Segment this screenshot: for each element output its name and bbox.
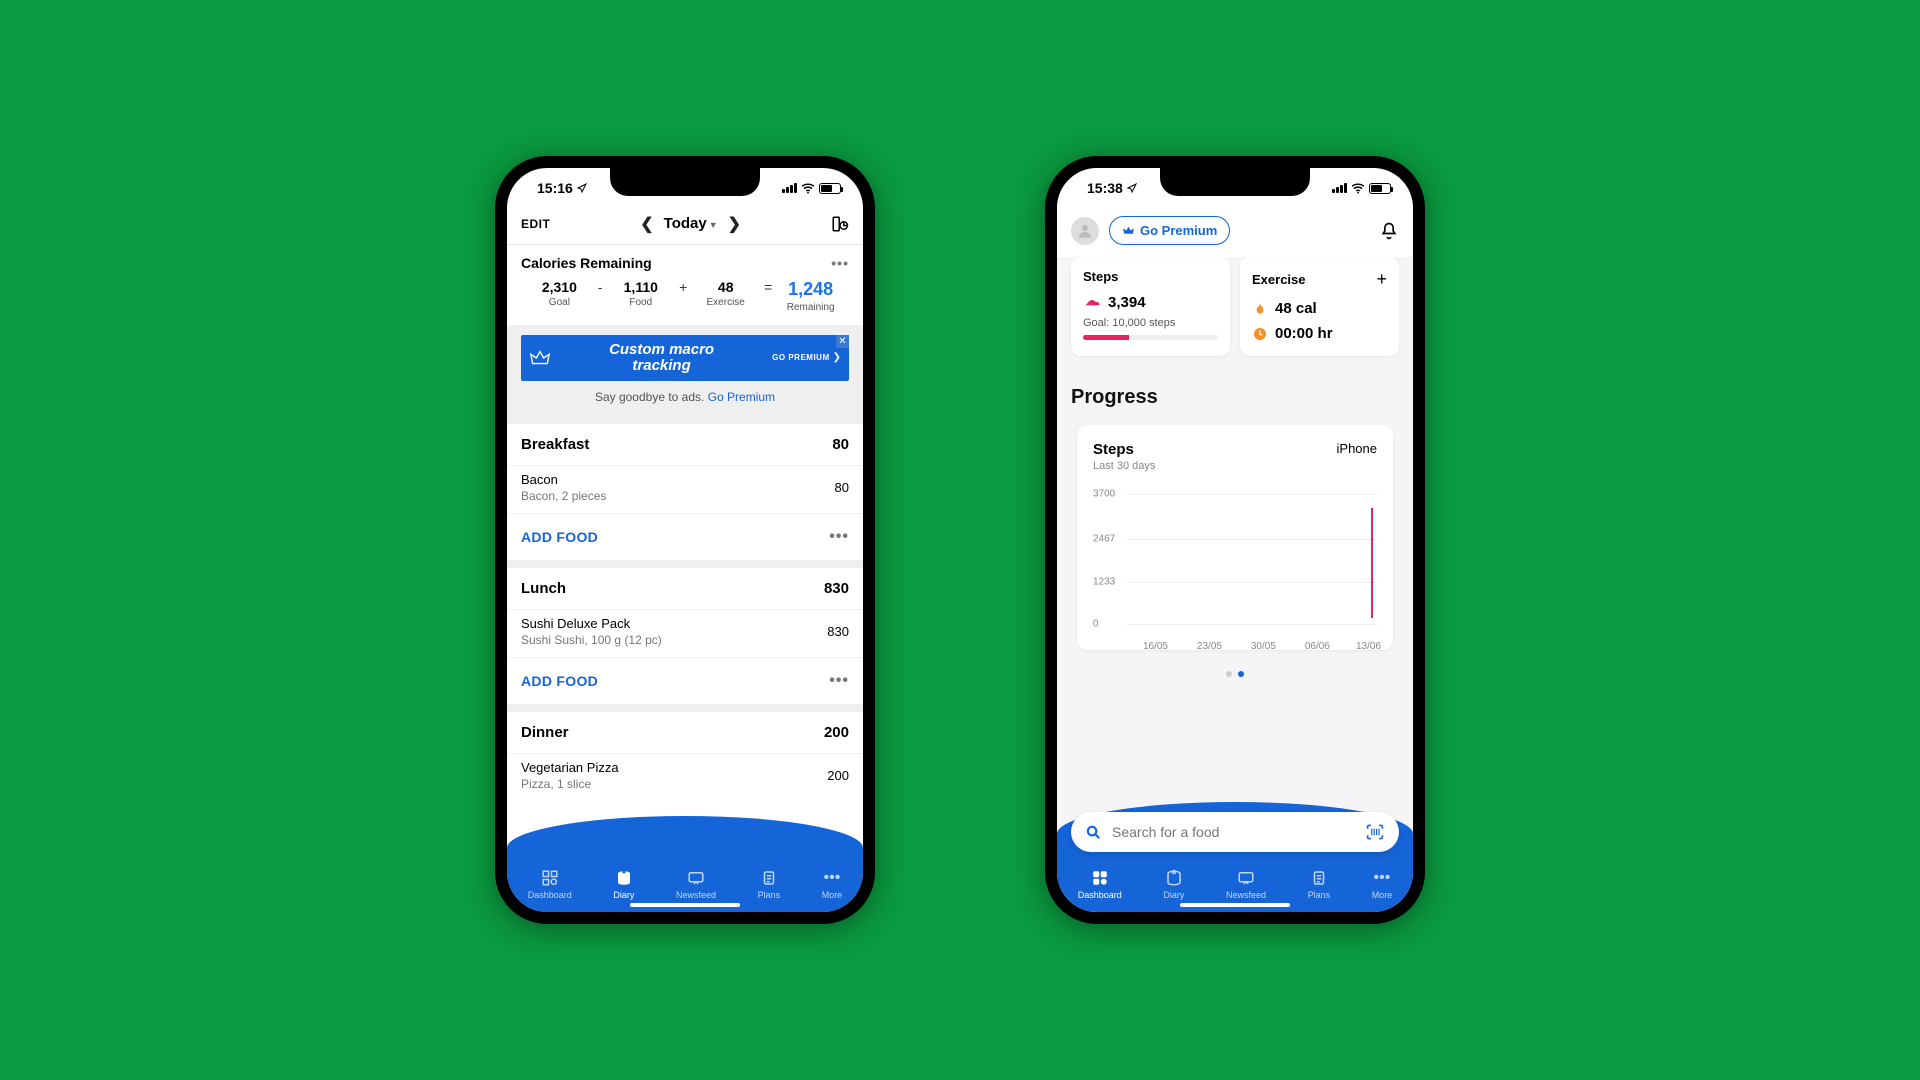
wifi-icon xyxy=(801,182,815,194)
status-time: 15:16 xyxy=(537,180,573,196)
calories-title: Calories Remaining xyxy=(521,255,652,271)
meal-lunch: Lunch830 Sushi Deluxe PackSushi Sushi, 1… xyxy=(507,560,863,704)
shoe-icon xyxy=(1083,296,1101,310)
search-icon xyxy=(1085,824,1102,841)
tab-more[interactable]: •••More xyxy=(822,869,843,900)
newsfeed-icon xyxy=(687,869,705,887)
add-food-button[interactable]: ADD FOOD xyxy=(521,529,598,545)
diary-topbar: EDIT ❮ Today▼ ❯ xyxy=(507,208,863,245)
more-icon: ••• xyxy=(1374,869,1391,887)
go-premium-button[interactable]: Go Premium xyxy=(1109,216,1230,245)
edit-button[interactable]: EDIT xyxy=(521,217,550,231)
bell-icon[interactable] xyxy=(1379,221,1399,241)
ad-area: Custom macrotracking GO PREMIUM❯ ✕ Say g… xyxy=(507,325,863,416)
dashboard-icon xyxy=(1091,869,1109,887)
progress-title: Progress xyxy=(1071,386,1399,409)
plans-icon xyxy=(1310,869,1328,887)
wifi-icon xyxy=(1351,182,1365,194)
chevron-right-icon: ❯ xyxy=(833,352,841,363)
barcode-icon[interactable] xyxy=(1365,823,1385,841)
steps-progress xyxy=(1083,335,1218,340)
exercise-card[interactable]: Exercise+ 48 cal 00:00 hr xyxy=(1240,257,1399,356)
phone-diary: 15:16 EDIT ❮ Today▼ ❯ Calories Remaining… xyxy=(495,156,875,924)
status-time: 15:38 xyxy=(1087,180,1123,196)
more-icon: ••• xyxy=(824,869,841,887)
chart-bar xyxy=(1371,508,1373,618)
food-item[interactable]: Vegetarian PizzaPizza, 1 slice 200 xyxy=(507,753,863,801)
next-day-button[interactable]: ❯ xyxy=(728,214,741,234)
home-indicator[interactable] xyxy=(630,903,740,907)
food-item[interactable]: Sushi Deluxe PackSushi Sushi, 100 g (12 … xyxy=(507,609,863,657)
signal-icon xyxy=(1332,183,1347,193)
tab-diary[interactable]: Diary xyxy=(1163,869,1184,900)
diary-icon xyxy=(1165,869,1183,887)
steps-chart: 3700 2467 1233 0 16/05 23/05 30/05 06/06… xyxy=(1093,486,1377,636)
tab-newsfeed[interactable]: Newsfeed xyxy=(1226,869,1266,900)
calories-more-button[interactable]: ••• xyxy=(831,255,849,271)
food-value: 1,110 xyxy=(602,279,679,295)
search-input[interactable] xyxy=(1071,812,1399,852)
nutrition-icon[interactable] xyxy=(831,215,849,233)
food-item[interactable]: BaconBacon, 2 pieces 80 xyxy=(507,465,863,513)
avatar[interactable] xyxy=(1071,217,1099,245)
phone-dashboard: 15:38 Go Premium Steps 3,394 Goal: 10,00… xyxy=(1045,156,1425,924)
add-food-button[interactable]: ADD FOOD xyxy=(521,673,598,689)
chevron-down-icon: ▼ xyxy=(709,220,718,230)
exercise-value: 48 xyxy=(687,279,764,295)
clock-icon xyxy=(1252,326,1268,342)
meal-dinner: Dinner200 Vegetarian PizzaPizza, 1 slice… xyxy=(507,704,863,801)
fire-icon xyxy=(1252,301,1268,317)
tab-plans[interactable]: Plans xyxy=(1308,869,1331,900)
person-icon xyxy=(1076,222,1094,240)
chart-source: iPhone xyxy=(1337,441,1377,472)
meal-more-button[interactable]: ••• xyxy=(829,528,849,546)
notch xyxy=(1160,168,1310,196)
meal-breakfast: Breakfast80 BaconBacon, 2 pieces 80 ADD … xyxy=(507,416,863,560)
plans-icon xyxy=(760,869,778,887)
calories-summary: Calories Remaining ••• 2,310Goal - 1,110… xyxy=(507,245,863,325)
notch xyxy=(610,168,760,196)
steps-card[interactable]: Steps 3,394 Goal: 10,000 steps xyxy=(1071,257,1230,356)
tab-bar: Dashboard Diary Newsfeed Plans •••More xyxy=(1057,869,1413,900)
location-icon xyxy=(1126,182,1138,194)
go-premium-link[interactable]: Go Premium xyxy=(708,390,775,404)
home-indicator[interactable] xyxy=(1180,903,1290,907)
battery-icon xyxy=(1369,183,1391,194)
tab-dashboard[interactable]: Dashboard xyxy=(528,869,572,900)
prev-day-button[interactable]: ❮ xyxy=(640,214,653,234)
add-exercise-button[interactable]: + xyxy=(1376,269,1387,290)
dashboard-header: Go Premium xyxy=(1057,208,1413,257)
dashboard-icon xyxy=(541,869,559,887)
tab-dashboard[interactable]: Dashboard xyxy=(1078,869,1122,900)
progress-chart-card[interactable]: Steps Last 30 days iPhone 3700 2467 1233… xyxy=(1077,425,1393,650)
page-dots[interactable] xyxy=(1071,664,1399,682)
tab-bar: Dashboard Diary Newsfeed Plans •••More xyxy=(507,869,863,900)
remaining-value: 1,248 xyxy=(772,279,849,300)
chart-title: Steps xyxy=(1093,441,1155,458)
diary-icon xyxy=(615,869,633,887)
ad-close-button[interactable]: ✕ xyxy=(836,335,849,348)
premium-banner[interactable]: Custom macrotracking GO PREMIUM❯ ✕ xyxy=(521,335,849,381)
tab-plans[interactable]: Plans xyxy=(758,869,781,900)
tab-more[interactable]: •••More xyxy=(1372,869,1393,900)
tab-diary[interactable]: Diary xyxy=(613,869,634,900)
tab-newsfeed[interactable]: Newsfeed xyxy=(676,869,716,900)
crown-icon xyxy=(1122,224,1135,237)
signal-icon xyxy=(782,183,797,193)
newsfeed-icon xyxy=(1237,869,1255,887)
meal-more-button[interactable]: ••• xyxy=(829,672,849,690)
location-icon xyxy=(576,182,588,194)
goal-value: 2,310 xyxy=(521,279,598,295)
crown-icon xyxy=(529,347,551,369)
battery-icon xyxy=(819,183,841,194)
date-picker[interactable]: Today▼ xyxy=(664,215,718,233)
